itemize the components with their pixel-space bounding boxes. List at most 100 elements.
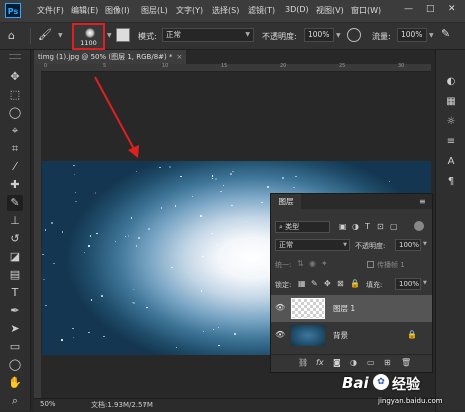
- star-speck: [232, 244, 235, 246]
- type-icon[interactable]: T: [7, 285, 23, 301]
- menu-select[interactable]: 选择(S): [212, 5, 239, 16]
- menu-image[interactable]: 图像(I): [105, 5, 130, 16]
- layer-name[interactable]: 背景: [333, 330, 348, 341]
- gradient-icon[interactable]: ▤: [7, 267, 23, 283]
- lock-transparency-icon[interactable]: ▦: [298, 279, 306, 288]
- menu-type[interactable]: 文字(Y): [176, 5, 203, 16]
- visibility-eye-icon[interactable]: 👁: [275, 330, 285, 339]
- lasso-icon[interactable]: ◯: [7, 105, 23, 121]
- chevron-down-icon[interactable]: ▼: [336, 32, 341, 39]
- brush-tool-icon[interactable]: 🖌: [38, 28, 52, 41]
- propagate-checkbox[interactable]: [367, 261, 374, 268]
- crop-icon[interactable]: ⌗: [7, 141, 23, 157]
- flow-input[interactable]: 100%: [397, 28, 427, 42]
- clone-stamp-icon[interactable]: ⊥: [7, 213, 23, 229]
- menu-edit[interactable]: 编辑(E): [71, 5, 98, 16]
- layers-panel: 图层 ≡ ⌕ 类型 ▣ ◑ T ⊡ ▢ 正常 ▼ 不透明度: 100% ▼ 统一:…: [270, 193, 433, 373]
- panel-grip[interactable]: [9, 54, 21, 59]
- filter-adjustment-icon[interactable]: ◑: [352, 222, 359, 231]
- lock-position-icon[interactable]: ✥: [324, 279, 331, 288]
- chevron-right-icon[interactable]: ›: [143, 401, 145, 408]
- adjustment-layer-icon[interactable]: ◑: [350, 358, 357, 367]
- adjustments-panel-icon[interactable]: ☼: [443, 114, 459, 130]
- ellipse-icon[interactable]: ◯: [7, 357, 23, 373]
- menu-window[interactable]: 窗口(W): [351, 5, 381, 16]
- document-tab[interactable]: timg (1).jpg @ 50% (图层 1, RGB/8#) * ×: [34, 50, 186, 64]
- brush-preset-picker[interactable]: 1100: [72, 23, 105, 50]
- menu-file[interactable]: 文件(F): [37, 5, 64, 16]
- unify-label: 统一:: [275, 261, 292, 269]
- menu-view[interactable]: 视图(V): [316, 5, 344, 16]
- delete-layer-icon[interactable]: 🗑: [401, 358, 411, 367]
- visibility-eye-icon[interactable]: 👁: [275, 303, 285, 312]
- unify-visibility-icon[interactable]: ◉: [309, 259, 316, 268]
- add-mask-icon[interactable]: ◙: [333, 358, 341, 367]
- chevron-down-icon[interactable]: ▼: [429, 32, 434, 39]
- filter-toggle-icon[interactable]: [414, 221, 424, 231]
- photoshop-logo: Ps: [5, 3, 21, 18]
- history-brush-icon[interactable]: ↺: [7, 231, 23, 247]
- eyedropper-icon[interactable]: ⁄: [7, 159, 23, 175]
- zoom-icon[interactable]: ⌕: [7, 393, 23, 409]
- color-panel-icon[interactable]: ◐: [443, 74, 459, 90]
- airbrush-icon[interactable]: ✎: [441, 27, 450, 40]
- home-icon[interactable]: ⌂: [8, 28, 26, 44]
- blend-mode-select[interactable]: 正常 ▼: [275, 239, 350, 251]
- unify-style-icon[interactable]: ✦: [321, 259, 328, 268]
- lock-artboard-icon[interactable]: ⊠: [337, 279, 344, 288]
- brush-panel-toggle-icon[interactable]: [116, 28, 130, 42]
- layer-opacity-input[interactable]: 100%: [395, 239, 421, 251]
- properties-panel-icon[interactable]: ≡: [443, 134, 459, 150]
- minimize-button[interactable]: —: [404, 4, 413, 14]
- layers-tab[interactable]: 图层: [271, 194, 301, 209]
- pressure-opacity-icon[interactable]: [347, 28, 361, 42]
- filter-pixel-icon[interactable]: ▣: [339, 222, 347, 231]
- maximize-button[interactable]: □: [426, 4, 435, 14]
- layer-row-layer1[interactable]: 👁 图层 1: [271, 295, 432, 322]
- close-icon[interactable]: ×: [176, 53, 182, 61]
- new-group-icon[interactable]: ▭: [367, 358, 375, 367]
- character-panel-icon[interactable]: A: [443, 154, 459, 170]
- link-layers-icon[interactable]: ⛓: [298, 358, 308, 367]
- swatches-panel-icon[interactable]: ▦: [443, 94, 459, 110]
- menu-3d[interactable]: 3D(D): [285, 5, 309, 14]
- chevron-down-icon[interactable]: ▼: [58, 32, 63, 39]
- layer-name[interactable]: 图层 1: [333, 303, 355, 314]
- filter-type-icon[interactable]: T: [365, 222, 370, 231]
- rectangle-icon[interactable]: ▭: [7, 339, 23, 355]
- star-speck: [202, 330, 205, 333]
- marquee-icon[interactable]: ⬚: [7, 87, 23, 103]
- fx-icon[interactable]: fx: [316, 358, 324, 367]
- chevron-down-icon[interactable]: ▼: [423, 280, 427, 286]
- opacity-input[interactable]: 100%: [304, 28, 334, 42]
- chevron-down-icon[interactable]: ▼: [107, 32, 112, 39]
- mode-select[interactable]: 正常 ▼: [162, 28, 254, 42]
- new-layer-icon[interactable]: ⊞: [384, 358, 391, 367]
- star-speck: [215, 244, 218, 246]
- panel-menu-icon[interactable]: ≡: [419, 197, 426, 206]
- star-speck: [132, 288, 134, 291]
- hand-icon[interactable]: ✋: [7, 375, 23, 391]
- move-icon[interactable]: ✥: [7, 69, 23, 85]
- close-button[interactable]: ✕: [448, 4, 456, 14]
- lock-pixels-icon[interactable]: ✎: [311, 279, 318, 288]
- path-select-icon[interactable]: ➤: [7, 321, 23, 337]
- filter-shape-icon[interactable]: ⊡: [377, 222, 384, 231]
- pen-icon[interactable]: ✒: [7, 303, 23, 319]
- unify-position-icon[interactable]: ⇅: [297, 259, 304, 268]
- chevron-down-icon[interactable]: ▼: [423, 241, 427, 247]
- filter-smart-object-icon[interactable]: ▢: [390, 222, 398, 231]
- spot-heal-icon[interactable]: ✚: [7, 177, 23, 193]
- layer-row-background[interactable]: 👁 背景 🔒: [271, 322, 432, 349]
- zoom-level[interactable]: 50%: [40, 400, 56, 408]
- quick-select-icon[interactable]: ⌖: [7, 123, 23, 139]
- fill-input[interactable]: 100%: [395, 278, 421, 290]
- brush-icon[interactable]: ✎: [7, 195, 23, 211]
- layer-filter-select[interactable]: ⌕ 类型: [275, 221, 330, 233]
- eraser-icon[interactable]: ◪: [7, 249, 23, 265]
- star-speck: [83, 251, 86, 254]
- menu-layer[interactable]: 图层(L): [141, 5, 168, 16]
- paragraph-panel-icon[interactable]: ¶: [443, 174, 459, 190]
- lock-all-icon[interactable]: 🔒: [350, 279, 360, 288]
- menu-filter[interactable]: 滤镜(T): [248, 5, 275, 16]
